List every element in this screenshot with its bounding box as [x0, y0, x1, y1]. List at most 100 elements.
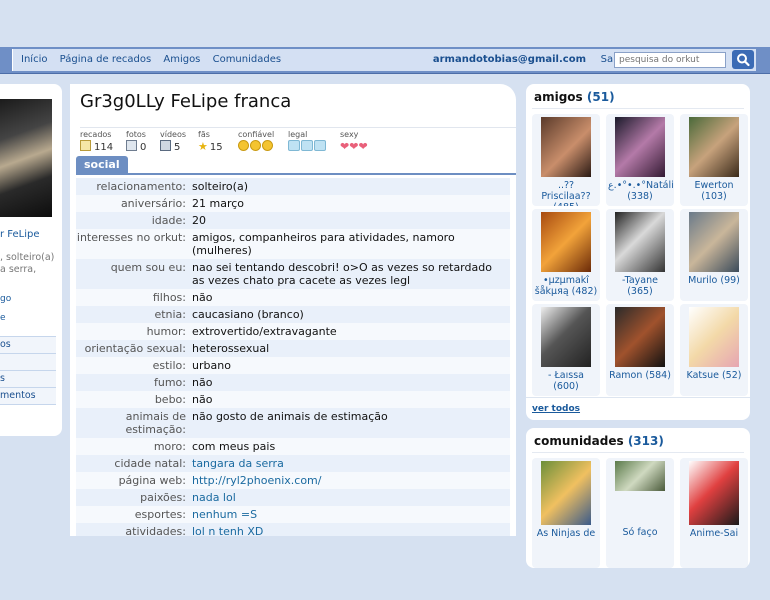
community-image[interactable]	[689, 461, 739, 525]
friend-name[interactable]: -Tayane (365)	[606, 275, 674, 297]
friend-avatar[interactable]	[615, 212, 665, 272]
community-image[interactable]	[615, 461, 665, 491]
friends-box: amigos (51) ..??Priscilaa?? (485) ع.•°•.•…	[526, 84, 750, 420]
friend-name[interactable]: Ramon (584)	[606, 370, 674, 381]
stat-confiavel[interactable]: confiável	[238, 130, 274, 154]
friend-name[interactable]: Katsue (52)	[680, 370, 748, 381]
ice-cube-icon	[301, 140, 313, 151]
stat-videos[interactable]: vídeos 5	[160, 130, 186, 153]
left-menu-item[interactable]: s	[0, 371, 56, 388]
profile-field-row: paixões: nada lol	[76, 489, 510, 506]
nav-pagina-de-recados[interactable]: Página de recados	[60, 54, 152, 65]
friend-card[interactable]: - Łaıssa (600)	[532, 304, 600, 396]
stat-label: fãs	[198, 130, 210, 139]
profile-field-value: urbano	[192, 359, 231, 372]
friend-avatar[interactable]	[689, 117, 739, 177]
friend-card[interactable]: ع.•°•.•°Natália (338)	[606, 114, 674, 206]
communities-heading[interactable]: comunidades (313)	[534, 434, 664, 448]
profile-field-label: etnia:	[154, 308, 186, 321]
left-menu: os s mentos	[0, 336, 56, 405]
smiley-icon	[238, 140, 249, 151]
profile-field-row: cidade natal: tangara da serra	[76, 455, 510, 472]
profile-field-row: atividades: lol n tenh XD	[76, 523, 510, 536]
left-menu-item[interactable]	[0, 354, 56, 371]
left-profile-name[interactable]: r FeLipe	[0, 229, 40, 240]
friend-avatar[interactable]	[541, 307, 591, 367]
friend-card[interactable]: -Tayane (365)	[606, 209, 674, 301]
heart-icon: ❤	[358, 140, 368, 153]
profile-field-row: interesses no orkut: amigos, companheiros…	[76, 229, 510, 259]
friend-card[interactable]: ..??Priscilaa?? (485)	[532, 114, 600, 206]
stat-value: 5	[174, 142, 181, 153]
community-card[interactable]: As Ninjas de	[532, 458, 600, 568]
stat-fotos[interactable]: fotos 0	[126, 130, 146, 153]
friend-avatar[interactable]	[615, 117, 665, 177]
left-menu-item[interactable]: os	[0, 337, 56, 354]
friend-card[interactable]: Ewerton (103)	[680, 114, 748, 206]
left-link[interactable]: e	[0, 313, 6, 323]
nav-inicio[interactable]: Início	[21, 54, 47, 65]
friend-name[interactable]: ع.•°•.•°Natália (338)	[606, 180, 674, 202]
stat-value: 0	[140, 142, 147, 153]
left-menu-item[interactable]: mentos	[0, 388, 56, 405]
profile-field-row: estilo: urbano	[76, 357, 510, 374]
friend-card[interactable]: Murilo (99)	[680, 209, 748, 301]
friend-card[interactable]: Katsue (52)	[680, 304, 748, 396]
left-link[interactable]: go	[0, 294, 11, 304]
profile-field-value[interactable]: lol n tenh XD	[192, 525, 510, 536]
profile-field-value[interactable]: nenhum =S	[192, 508, 510, 521]
friend-card[interactable]: Ramon (584)	[606, 304, 674, 396]
friend-avatar[interactable]	[541, 117, 591, 177]
profile-field-value[interactable]: tangara da serra	[192, 457, 510, 470]
profile-field-value: nao sei tentando descobri! o>O as vezes …	[192, 261, 492, 287]
friend-name[interactable]: Murilo (99)	[680, 275, 748, 286]
community-name[interactable]: As Ninjas de	[532, 528, 600, 539]
friend-avatar[interactable]	[541, 212, 591, 272]
friend-name[interactable]: ..??Priscilaa?? (485)	[532, 180, 600, 206]
friends-title: amigos	[534, 90, 583, 104]
stat-recados[interactable]: recados 114	[80, 130, 113, 153]
profile-field-value: heterossexual	[192, 342, 270, 355]
friend-avatar[interactable]	[615, 307, 665, 367]
see-all-friends-link[interactable]: ver todos	[532, 404, 580, 414]
divider	[532, 452, 744, 453]
nav-links: Início Página de recados Amigos Comunida…	[21, 54, 290, 65]
community-name[interactable]: Anime-Sai	[680, 528, 748, 539]
community-name[interactable]: Só faço	[606, 527, 674, 538]
profile-card: Gr3g0LLy FeLipe franca recados 114 fotos…	[70, 84, 516, 536]
community-image[interactable]	[541, 461, 591, 525]
profile-field-value[interactable]: http://ryl2phoenix.com/	[192, 474, 510, 487]
profile-field-row: humor: extrovertido/extravagante	[76, 323, 510, 340]
profile-field-value[interactable]: nada lol	[192, 491, 510, 504]
profile-photo[interactable]	[0, 99, 52, 217]
profile-field-value: não	[192, 291, 213, 304]
profile-field-label: interesses no orkut:	[76, 231, 186, 244]
profile-field-value: não	[192, 393, 213, 406]
friend-avatar[interactable]	[689, 212, 739, 272]
divider	[532, 108, 744, 109]
top-nav-inner: Início Página de recados Amigos Comunida…	[12, 49, 756, 71]
profile-field-label: animais de estimação:	[125, 410, 186, 436]
community-card[interactable]: Anime-Sai	[680, 458, 748, 568]
friend-avatar[interactable]	[689, 307, 739, 367]
search-button[interactable]	[732, 50, 754, 69]
stat-sexy[interactable]: sexy ❤❤❤	[340, 130, 368, 153]
friend-card[interactable]: •µzµmakî šåkµяą (482)	[532, 209, 600, 301]
friend-name[interactable]: •µzµmakî šåkµяą (482)	[532, 275, 600, 297]
user-email-link[interactable]: armandotobias@gmail.com	[433, 54, 586, 65]
stat-legal[interactable]: legal	[288, 130, 327, 154]
stat-label: confiável	[238, 130, 275, 139]
friends-heading[interactable]: amigos (51)	[534, 90, 615, 104]
nav-amigos[interactable]: Amigos	[163, 54, 200, 65]
nav-comunidades[interactable]: Comunidades	[213, 54, 281, 65]
tab-social[interactable]: social	[76, 156, 128, 174]
stat-fas[interactable]: fãs ★ 15	[198, 130, 223, 153]
profile-field-value: 20	[192, 214, 206, 227]
search-input[interactable]	[614, 52, 726, 68]
profile-field-label: estilo:	[152, 359, 186, 372]
friend-name[interactable]: - Łaıssa (600)	[532, 370, 600, 392]
profile-field-value: com meus pais	[192, 440, 276, 453]
friend-name[interactable]: Ewerton (103)	[680, 180, 748, 202]
community-card[interactable]: Só faço	[606, 458, 674, 568]
scrap-icon	[80, 140, 91, 151]
